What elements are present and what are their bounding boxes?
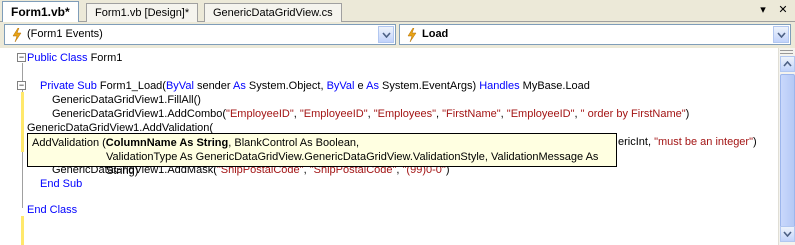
vertical-scrollbar[interactable] [778,48,795,245]
tab-form1-vb[interactable]: Form1.vb* [2,1,79,23]
method-name-value: Load [422,28,449,40]
tab-genericdatagridview-cs[interactable]: GenericDataGridView.cs [204,3,342,22]
lightning-icon [12,28,22,42]
document-tab-strip: Form1.vb* Form1.vb [Design]* GenericData… [0,0,795,23]
class-name-value: (Form1 Events) [27,28,103,40]
tab-form1-vb-design[interactable]: Form1.vb [Design]* [86,3,199,22]
navigation-bar: (Form1 Events) Load [0,22,795,48]
tooltip-line-2: ValidationType As GenericDataGridView.Ge… [106,151,599,177]
code-line-2: Private Sub Form1_Load(ByVal sender As S… [40,80,590,92]
tab-list-dropdown-icon[interactable]: ▾ [755,2,771,18]
chevron-down-icon[interactable] [773,26,789,43]
close-icon[interactable]: ✕ [775,2,791,18]
splitter-handle[interactable] [780,50,793,54]
lightning-icon [407,28,417,42]
tab-label: GenericDataGridView.cs [213,7,333,19]
code-line-1: Public Class Form1 [27,52,123,64]
code-line-9: End Class [27,204,78,216]
collapse-class-icon[interactable]: − [17,53,26,62]
scroll-up-icon[interactable] [780,56,795,72]
code-line-4: GenericDataGridView1.AddCombo("EmployeeI… [52,108,690,120]
tab-label: Form1.vb [Design]* [95,7,190,19]
collapse-sub-icon[interactable]: − [17,81,26,90]
scroll-down-icon[interactable] [780,226,795,242]
method-name-combo[interactable]: Load [399,24,791,45]
tooltip-line-1: AddValidation (ColumnName As String, Bla… [32,137,360,149]
code-line-3: GenericDataGridView1.FillAll() [52,94,201,106]
chevron-down-icon[interactable] [378,26,394,43]
scrollbar-thumb[interactable] [780,74,795,236]
tab-label: Form1.vb* [11,5,70,19]
code-line-6-tail: ericInt, "must be an integer") [618,136,757,148]
parameter-info-tooltip: AddValidation (ColumnName As String, Bla… [27,133,617,177]
change-indicator [21,216,24,245]
change-indicator [21,92,24,152]
code-line-8: End Sub [40,178,83,190]
class-name-combo[interactable]: (Form1 Events) [4,24,396,45]
